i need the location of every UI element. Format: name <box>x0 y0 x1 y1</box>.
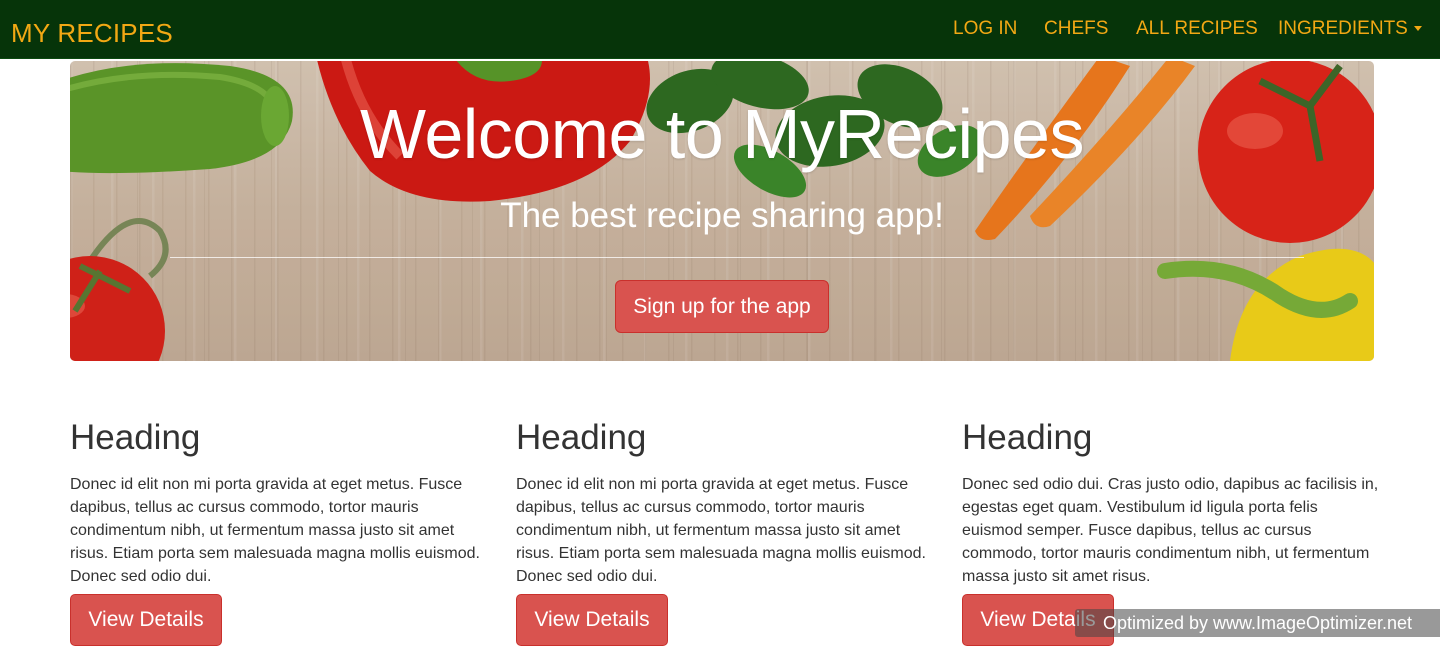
nav-chefs[interactable]: CHEFS <box>1044 18 1108 40</box>
nav-ingredients-label: INGREDIENTS <box>1278 18 1408 39</box>
column-text: Donec id elit non mi porta gravida at eg… <box>70 476 480 585</box>
column-heading: Heading <box>70 418 201 457</box>
hero-jumbotron: Welcome to MyRecipes The best recipe sha… <box>70 61 1374 361</box>
caret-down-icon <box>1413 26 1422 32</box>
feature-column-3: Heading Donec sed odio dui. Cras justo o… <box>962 417 1382 646</box>
hero-subtitle: The best recipe sharing app! <box>500 196 944 235</box>
view-details-button[interactable]: View Details <box>516 594 668 646</box>
watermark-overlay: Optimized by www.ImageOptimizer.net <box>1075 609 1440 637</box>
hero-title: Welcome to MyRecipes <box>360 95 1084 173</box>
nav-ingredients-dropdown[interactable]: INGREDIENTS <box>1278 18 1422 40</box>
nav-all-recipes[interactable]: ALL RECIPES <box>1136 18 1258 40</box>
signup-button[interactable]: Sign up for the app <box>615 280 829 333</box>
nav-log-in[interactable]: LOG IN <box>953 18 1017 40</box>
feature-column-2: Heading Donec id elit non mi porta gravi… <box>516 417 936 646</box>
top-navbar: MY RECIPES LOG IN CHEFS ALL RECIPES INGR… <box>0 0 1440 59</box>
column-text: Donec sed odio dui. Cras justo odio, dap… <box>962 476 1379 585</box>
column-text: Donec id elit non mi porta gravida at eg… <box>516 476 926 585</box>
hero-divider <box>170 257 1304 258</box>
column-heading: Heading <box>516 418 647 457</box>
view-details-button[interactable]: View Details <box>70 594 222 646</box>
feature-column-1: Heading Donec id elit non mi porta gravi… <box>70 417 490 646</box>
brand-link[interactable]: MY RECIPES <box>11 17 173 49</box>
column-heading: Heading <box>962 418 1093 457</box>
